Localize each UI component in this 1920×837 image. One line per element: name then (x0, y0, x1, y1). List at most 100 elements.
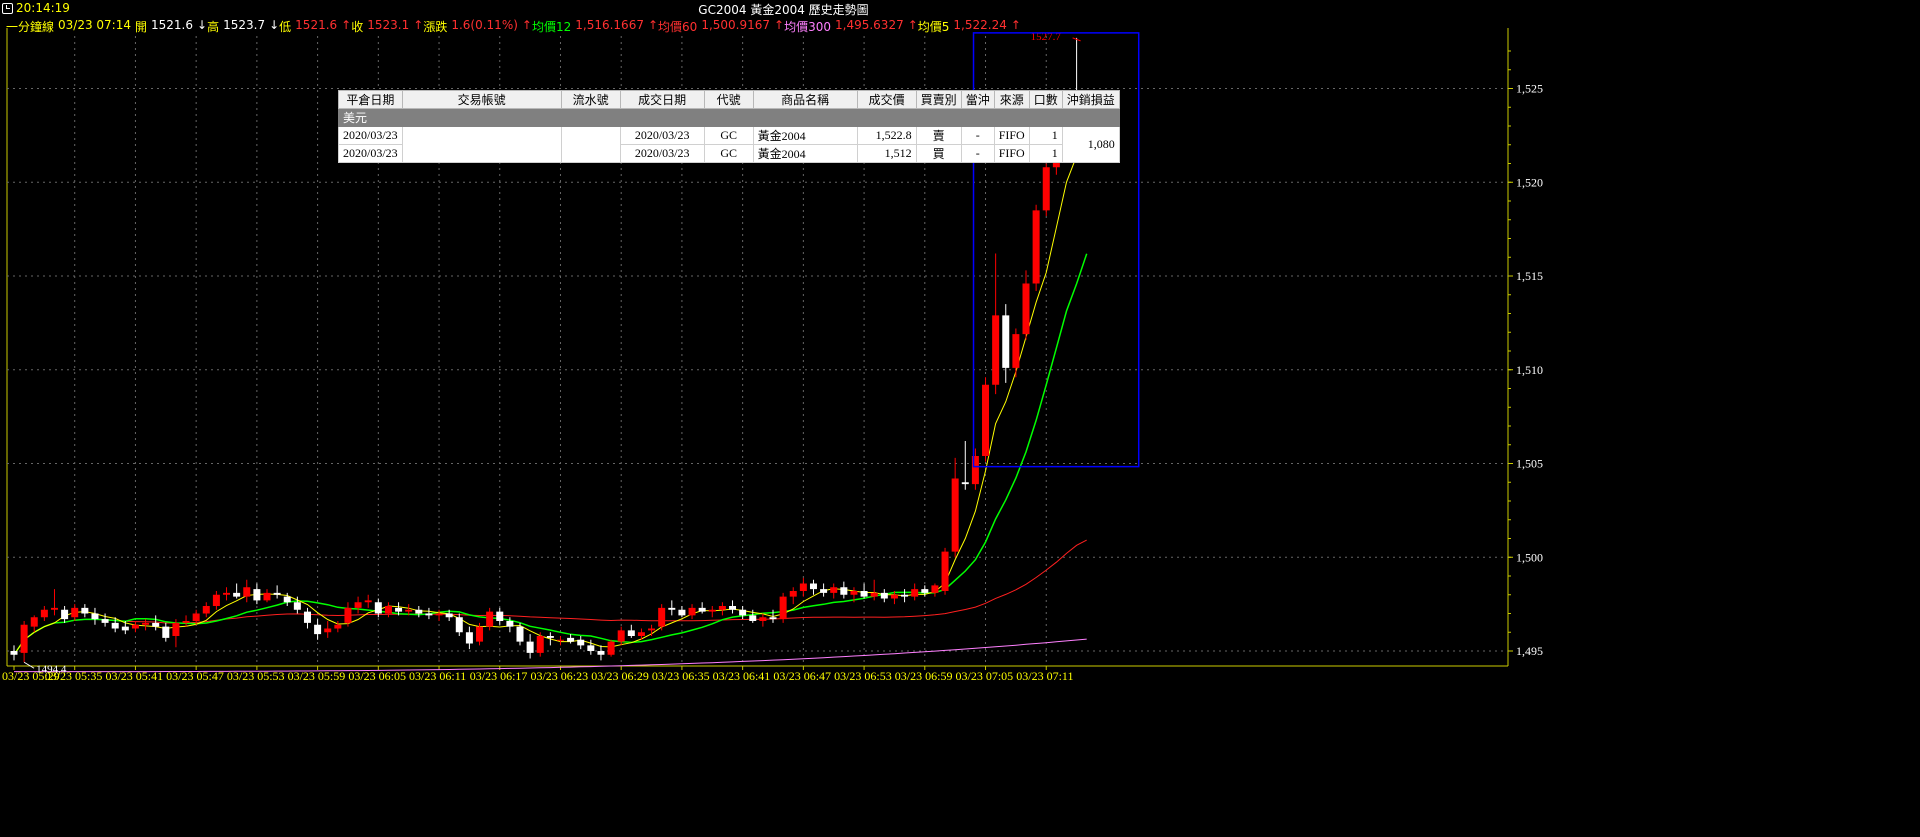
candle-up (890, 594, 898, 599)
serial-cell-blurred (560, 126, 621, 163)
candle-down (820, 589, 828, 593)
candle-up (354, 602, 362, 608)
candle-up (708, 609, 716, 612)
col-header[interactable]: 平倉日期 (338, 90, 403, 109)
candle-up (334, 624, 342, 629)
candle-down (597, 651, 605, 655)
x-tick-label: 03/23 06:17 (470, 669, 528, 683)
candle-down (496, 611, 504, 621)
table-header-row: 平倉日期 交易帳號 流水號 成交日期 代號 商品名稱 成交價 買賣別 當沖 來源… (338, 90, 1120, 109)
col-header[interactable]: 沖銷損益 (1061, 90, 1120, 109)
candle-up (658, 607, 666, 627)
candle-down (273, 592, 281, 595)
candle-up (779, 596, 787, 620)
candle-up (172, 622, 180, 636)
candle-up (536, 636, 544, 653)
candle-up (142, 622, 150, 625)
candle-down (749, 615, 757, 621)
x-tick-label: 03/23 06:23 (530, 669, 588, 683)
candle-down (395, 607, 403, 612)
candle-up (263, 592, 271, 601)
candle-up (212, 594, 220, 606)
candle-down (860, 591, 868, 597)
candle-up (435, 613, 443, 616)
candle-down (152, 622, 160, 627)
x-tick-label: 03/23 06:41 (713, 669, 771, 683)
product-name-cell: 黃金2004 (752, 144, 858, 163)
y-tick-label: 1,505 (1516, 457, 1543, 471)
candle-up (1032, 210, 1040, 284)
candle-up (384, 606, 392, 614)
candle-down (233, 592, 241, 597)
candle-up (556, 639, 564, 641)
low-marker-line (23, 661, 35, 669)
candle-down (840, 587, 848, 595)
y-tick-label: 1,515 (1516, 269, 1543, 283)
col-header[interactable]: 代號 (703, 90, 754, 109)
candle-down (526, 641, 534, 653)
candle-up (243, 587, 251, 597)
x-tick-label: 03/23 06:11 (409, 669, 466, 683)
candle-up (324, 628, 332, 633)
col-header[interactable]: 商品名稱 (752, 90, 858, 109)
x-tick-label: 03/23 06:53 (834, 669, 892, 683)
candle-down (587, 645, 595, 651)
trade-detail-table: 平倉日期 交易帳號 流水號 成交日期 代號 商品名稱 成交價 買賣別 當沖 來源… (338, 90, 1120, 163)
candle-up (718, 606, 726, 610)
y-tick-label: 1,510 (1516, 363, 1543, 377)
account-cell-blurred (401, 126, 562, 163)
candle-down (668, 607, 676, 610)
candle-up (476, 626, 484, 642)
col-header[interactable]: 成交價 (856, 90, 917, 109)
low-price-label: 1494.4 (36, 663, 67, 675)
candle-down (253, 589, 261, 601)
col-header[interactable]: 口數 (1028, 90, 1063, 109)
candle-up (850, 591, 858, 595)
candle-down (506, 621, 514, 627)
candle-up (607, 641, 615, 655)
candle-down (162, 626, 170, 638)
col-header[interactable]: 成交日期 (619, 90, 705, 109)
candle-down (303, 611, 311, 623)
product-name-cell: 黃金2004 (752, 126, 858, 145)
candle-up (648, 628, 656, 631)
trade-date-cell: 2020/03/23 (619, 126, 705, 145)
x-tick-label: 03/23 07:11 (1016, 669, 1073, 683)
x-tick-label: 03/23 07:05 (956, 669, 1014, 683)
candle-down (111, 622, 119, 629)
col-header[interactable]: 流水號 (560, 90, 621, 109)
candle-down (516, 626, 524, 642)
candle-up (931, 585, 939, 593)
candle-up (20, 624, 28, 653)
table-row[interactable]: 2020/03/23 2020/03/23 GC 黃金2004 1,522.8 … (338, 126, 1120, 163)
candle-down (415, 609, 423, 614)
candle-down (81, 607, 89, 614)
candle-down (901, 594, 909, 597)
currency-group-row[interactable]: 美元 (338, 108, 1120, 127)
candle-up (688, 607, 696, 616)
candle-up (182, 621, 190, 623)
candle-down (729, 606, 737, 610)
y-tick-label: 1,520 (1516, 175, 1543, 189)
candle-down (445, 613, 453, 618)
y-tick-label: 1,500 (1516, 550, 1543, 564)
candle-down (61, 609, 69, 620)
candle-down (455, 617, 463, 633)
col-header[interactable]: 當沖 (960, 90, 995, 109)
close-date-cell: 2020/03/23 (338, 126, 403, 145)
candle-up (637, 632, 645, 636)
col-header[interactable]: 來源 (993, 90, 1030, 109)
trade-date-cell: 2020/03/23 (619, 144, 705, 163)
candle-down (1002, 315, 1010, 368)
code-cell: GC (703, 126, 754, 145)
col-header[interactable]: 買賣別 (915, 90, 962, 109)
candle-up (799, 583, 807, 591)
col-header[interactable]: 交易帳號 (401, 90, 562, 109)
candle-down (283, 596, 291, 603)
candle-up (982, 384, 990, 456)
candle-up (131, 624, 139, 629)
candle-up (202, 606, 210, 614)
y-tick-label: 1,495 (1516, 644, 1543, 658)
side-cell: 買 (915, 144, 962, 163)
candle-down (961, 482, 969, 485)
